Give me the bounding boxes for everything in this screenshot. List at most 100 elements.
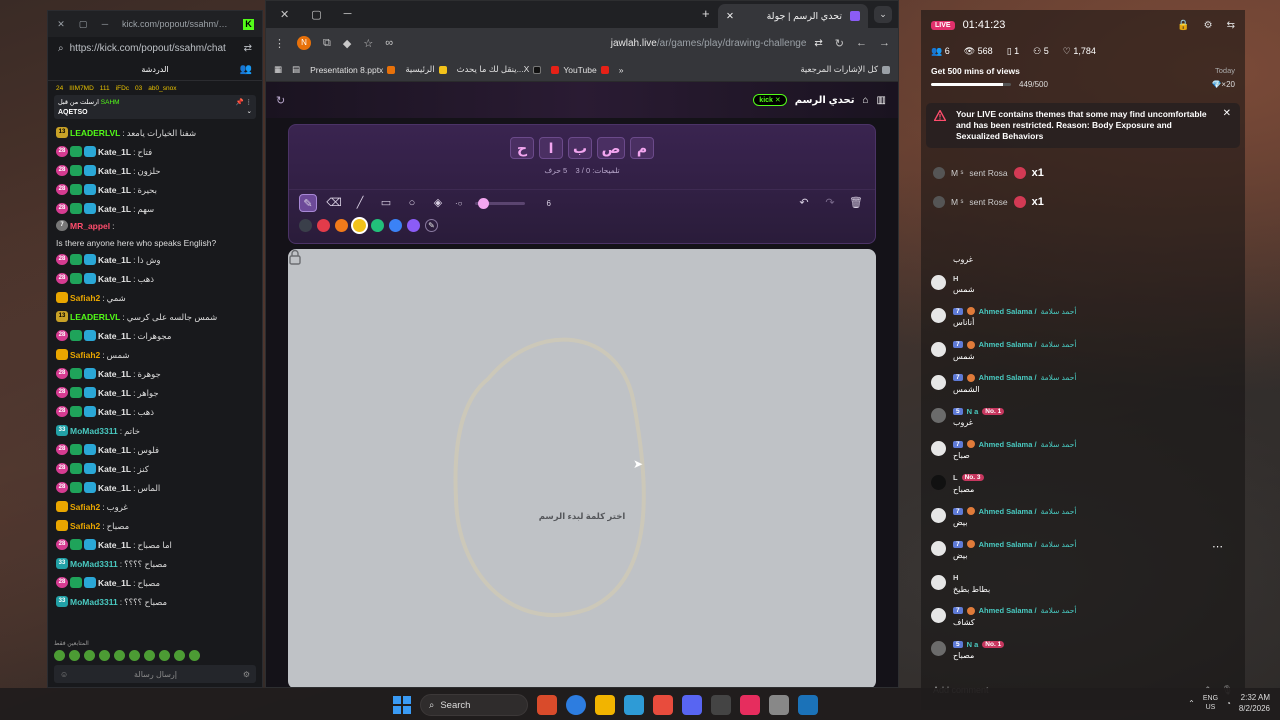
taskbar-app-icon[interactable] xyxy=(682,695,702,715)
chat-input[interactable]: ☺ إرسال رسالة ⚙ xyxy=(54,665,256,683)
chat-username[interactable]: Kate_1L xyxy=(98,368,131,380)
avatar[interactable] xyxy=(931,574,946,590)
drawing-canvas[interactable]: اختر كلمة لبدء الرسم ➤ xyxy=(288,249,876,687)
comment-username[interactable]: H xyxy=(953,274,958,283)
undo-icon[interactable]: ↶ xyxy=(795,194,813,212)
color-picker-icon[interactable]: ✎ xyxy=(425,219,438,232)
sidebar-toggle-icon[interactable]: ▥ xyxy=(877,95,886,106)
forward-icon[interactable]: → xyxy=(879,37,890,49)
emote-icon[interactable] xyxy=(144,650,155,661)
glasses-icon[interactable]: ∞ xyxy=(385,37,393,49)
clock[interactable]: 2:32 AM 8/2/2026 xyxy=(1239,692,1270,714)
gifter-name[interactable]: IIIM7MD xyxy=(69,85,94,92)
chat-username[interactable]: Kate_1L xyxy=(98,482,131,494)
comment-username[interactable]: Ahmed Salama / xyxy=(979,440,1037,449)
chat-username[interactable]: Kate_1L xyxy=(98,146,131,158)
chat-username[interactable]: Kate_1L xyxy=(98,184,131,196)
emote-icon[interactable] xyxy=(99,650,110,661)
emote-icon[interactable] xyxy=(114,650,125,661)
taskbar-app-icon[interactable] xyxy=(595,695,615,715)
home-icon[interactable]: ⌂ xyxy=(863,95,869,106)
wifi-icon[interactable]: ◔ xyxy=(1226,699,1231,708)
chat-username[interactable]: Kate_1L xyxy=(98,444,131,456)
pinned-message[interactable]: ارسلت من قبل SAHM 📌 ⋮ AQETSO ⌄ xyxy=(54,95,256,119)
emote-icon[interactable] xyxy=(159,650,170,661)
comment-username[interactable]: Ahmed Salama / xyxy=(979,340,1037,349)
close-icon[interactable]: ✕ xyxy=(56,19,66,30)
comment-username[interactable]: L xyxy=(953,473,958,482)
settings-sliders-icon[interactable]: ⇄ xyxy=(244,43,252,54)
site-settings-icon[interactable]: ⇄ xyxy=(814,38,822,49)
comment-username[interactable]: Ahmed Salama / xyxy=(979,606,1037,615)
line-tool-icon[interactable]: ╱ xyxy=(351,194,369,212)
avatar[interactable] xyxy=(933,166,945,179)
avatar[interactable] xyxy=(931,275,946,290)
views-goal[interactable]: Get 500 mins of views Today 449/500 💎×20 xyxy=(921,62,1245,89)
emote-icon[interactable] xyxy=(84,650,95,661)
comment-username[interactable]: H xyxy=(953,573,958,582)
taskbar-app-icon[interactable] xyxy=(798,695,818,715)
avatar[interactable] xyxy=(931,308,946,324)
rectangle-tool-icon[interactable]: ▭ xyxy=(377,194,395,212)
brush-size-slider[interactable] xyxy=(474,197,525,209)
emote-icon[interactable] xyxy=(54,650,65,661)
bookmarks-grid-icon[interactable]: ▦ xyxy=(274,64,282,75)
taskbar-app-icon[interactable] xyxy=(711,695,731,715)
avatar[interactable] xyxy=(931,441,946,457)
color-swatch[interactable] xyxy=(389,219,402,232)
lock-icon[interactable]: 🔒 xyxy=(1177,20,1189,31)
emoji-icon[interactable]: ☺ xyxy=(60,670,68,679)
settings-icon[interactable]: ⚙ xyxy=(243,670,250,679)
layout-switch-icon[interactable]: ⇆ xyxy=(1227,20,1235,31)
bookmark-x[interactable]: ينقل لك ما يحدث...X xyxy=(457,64,542,75)
chat-username[interactable]: Kate_1L xyxy=(98,203,131,215)
gifter-name[interactable]: iFDc xyxy=(116,85,129,92)
avatar[interactable] xyxy=(931,607,946,623)
chat-username[interactable]: MoMad3311 xyxy=(70,558,118,570)
chat-username[interactable]: MR_appel xyxy=(70,220,110,232)
color-swatch[interactable] xyxy=(299,219,312,232)
kick-connection-pill[interactable]: kick ✕ xyxy=(753,94,787,106)
chat-username[interactable]: LEADERLVL xyxy=(70,311,120,323)
avatar[interactable] xyxy=(931,474,946,490)
avatar[interactable] xyxy=(931,408,946,424)
taskbar-app-icon[interactable] xyxy=(769,695,789,715)
new-tab-button[interactable]: + xyxy=(702,6,710,21)
chevron-down-icon[interactable]: ⌄ xyxy=(247,107,252,115)
bookmark-all[interactable]: كل الإشارات المرجعية xyxy=(800,64,890,75)
language-indicator[interactable]: ENG US xyxy=(1203,694,1218,712)
reload-icon[interactable]: ↻ xyxy=(835,37,844,50)
chat-username[interactable]: Kate_1L xyxy=(98,330,131,342)
pen-tool-icon[interactable]: ✎ xyxy=(299,194,317,212)
more-options-icon[interactable]: ⋯ xyxy=(1212,540,1223,553)
menu-icon[interactable]: ⋮ xyxy=(274,37,285,50)
emote-icon[interactable] xyxy=(189,650,200,661)
windows-start-icon[interactable] xyxy=(393,696,411,714)
minimize-window-icon[interactable]: ─ xyxy=(344,8,352,21)
avatar[interactable] xyxy=(931,508,946,524)
chat-username[interactable]: Kate_1L xyxy=(98,406,131,418)
avatar[interactable] xyxy=(931,374,946,390)
chat-username[interactable]: Kate_1L xyxy=(98,577,131,589)
close-window-icon[interactable]: ✕ xyxy=(280,8,289,21)
trash-icon[interactable]: 🗑 xyxy=(847,194,865,212)
chat-username[interactable]: MoMad3311 xyxy=(70,425,118,437)
chat-username[interactable]: Kate_1L xyxy=(98,254,131,266)
chat-username[interactable]: LEADERLVL xyxy=(70,127,120,139)
chat-username[interactable]: Kate_1L xyxy=(98,273,131,285)
bookmarks-overflow-icon[interactable]: » xyxy=(619,65,624,75)
refresh-icon[interactable]: ↻ xyxy=(276,94,285,107)
color-swatch[interactable] xyxy=(335,219,348,232)
comment-username[interactable]: Ahmed Salama / xyxy=(979,307,1037,316)
color-swatch[interactable] xyxy=(371,219,384,232)
comment-username[interactable]: N a xyxy=(967,640,979,649)
tab-search-chevron-icon[interactable]: ⌄ xyxy=(874,6,892,23)
color-swatch[interactable] xyxy=(353,219,366,232)
restore-window-icon[interactable]: ▢ xyxy=(311,8,321,21)
emote-icon[interactable] xyxy=(69,650,80,661)
emote-icon[interactable] xyxy=(174,650,185,661)
avatar[interactable] xyxy=(931,341,946,357)
minimize-icon[interactable]: ─ xyxy=(100,19,110,29)
chevron-up-icon[interactable]: ⌃ xyxy=(1188,699,1195,708)
emote-icon[interactable] xyxy=(129,650,140,661)
